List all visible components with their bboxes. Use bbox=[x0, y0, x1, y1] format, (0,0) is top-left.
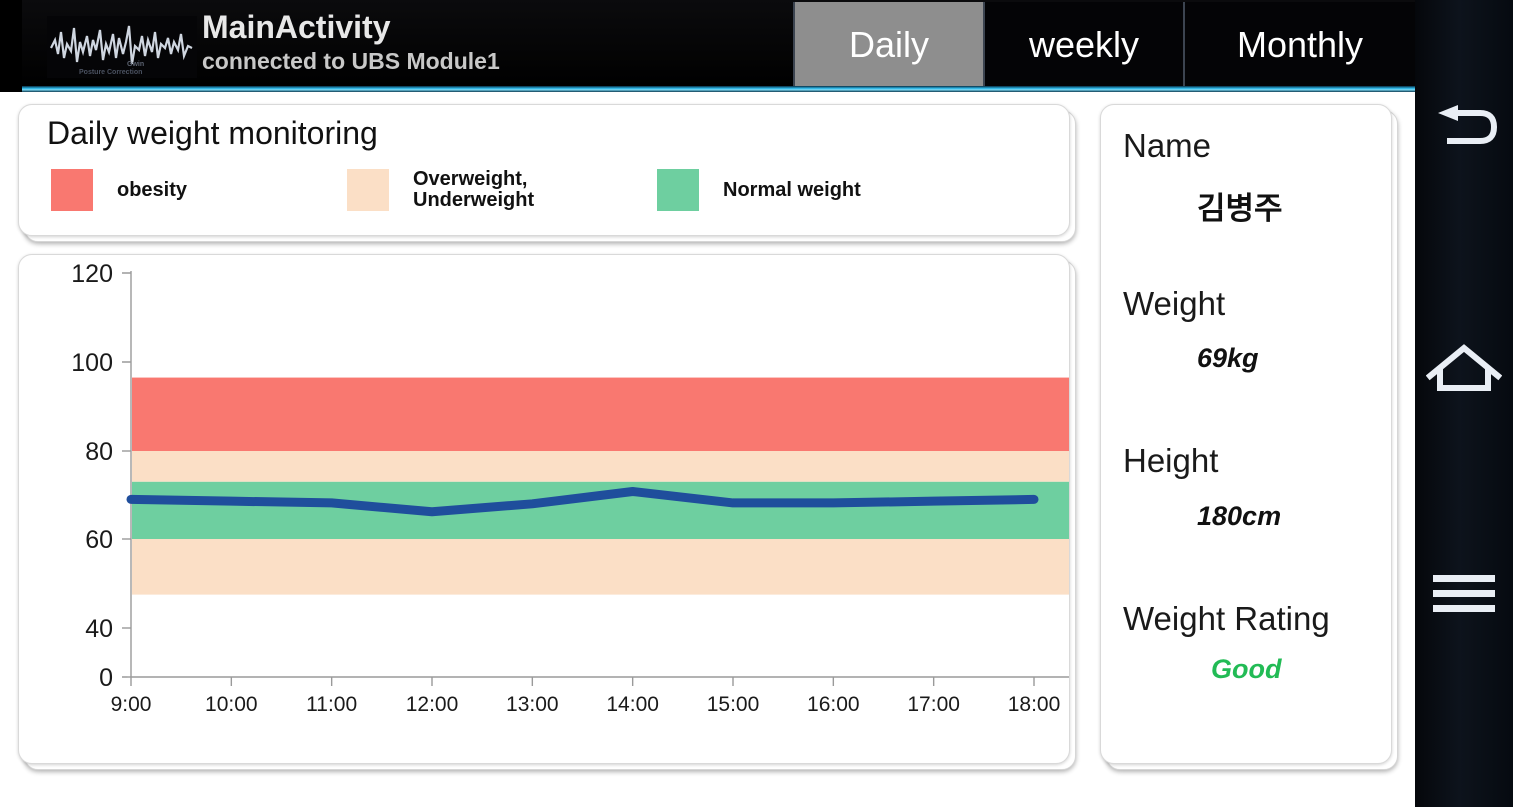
y-axis-tick-label: 40 bbox=[85, 615, 113, 643]
chart-band bbox=[132, 481, 1069, 539]
svg-text:Gwin: Gwin bbox=[127, 61, 144, 68]
name-label: Name bbox=[1123, 127, 1212, 164]
patient-info-card: Name 김병주 Weight 69kg Height 180cm Weight… bbox=[1100, 104, 1398, 770]
x-axis-tick-label: 12:00 bbox=[406, 693, 459, 716]
svg-text:Posture Correction: Posture Correction bbox=[79, 69, 142, 76]
app-title-block: MainActivity connected to UBS Module1 bbox=[202, 8, 500, 76]
x-axis-tick-label: 10:00 bbox=[205, 693, 258, 716]
legend-item-obesity: obesity bbox=[51, 169, 187, 211]
weight-rating-value: Good bbox=[1211, 654, 1282, 684]
y-axis-tick-label: 80 bbox=[85, 438, 113, 466]
legend-label-normal: Normal weight bbox=[723, 178, 861, 201]
app-subtitle: connected to UBS Module1 bbox=[202, 48, 500, 74]
tab-monthly[interactable]: Monthly bbox=[1183, 2, 1415, 88]
weight-rating-label: Weight Rating bbox=[1123, 600, 1330, 637]
legend-label-obesity: obesity bbox=[117, 178, 188, 201]
weight-label: Weight bbox=[1123, 285, 1226, 322]
chart-card: 0 40 60 80 100 120 9:00 10:00 11:00 12:00 13:00 14:… bbox=[18, 254, 1076, 770]
legend-card: Daily weight monitoring obesity Overweig… bbox=[18, 104, 1076, 242]
x-axis-tick-label: 16:00 bbox=[807, 693, 860, 716]
waveform-logo-icon: Gwin Posture Correction bbox=[47, 16, 197, 78]
chart-band bbox=[132, 451, 1069, 482]
y-axis-tick-label: 100 bbox=[71, 349, 113, 377]
legend-item-overweight: Overweight, Underweight bbox=[347, 169, 534, 211]
back-arrow-icon[interactable] bbox=[1415, 80, 1513, 178]
weight-value: 69kg bbox=[1197, 343, 1259, 373]
content-area: Daily weight monitoring obesity Overweig… bbox=[0, 92, 1415, 807]
name-value: 김병주 bbox=[1197, 191, 1283, 226]
legend-label-overweight: Overweight, Underweight bbox=[413, 168, 535, 211]
height-value: 180cm bbox=[1197, 501, 1282, 531]
chart-svg: 0 40 60 80 100 120 9:00 10:00 11:00 12:00 13:00 14:… bbox=[71, 260, 1069, 716]
legend-card-surface: Daily weight monitoring obesity Overweig… bbox=[18, 104, 1070, 236]
menu-hamburger-icon[interactable] bbox=[1415, 545, 1513, 643]
tab-daily[interactable]: Daily bbox=[793, 2, 983, 88]
y-axis-tick-label: 120 bbox=[71, 260, 113, 288]
page-title: Daily weight monitoring bbox=[47, 115, 378, 151]
x-axis-tick-label: 11:00 bbox=[306, 693, 357, 716]
x-axis-tick-label: 15:00 bbox=[707, 693, 760, 716]
x-axis-tick-label: 14:00 bbox=[606, 693, 659, 716]
y-axis-tick-label: 60 bbox=[85, 526, 113, 554]
legend-swatch-normal bbox=[657, 169, 699, 211]
legend-swatch-obesity bbox=[51, 169, 93, 211]
home-icon[interactable] bbox=[1415, 320, 1513, 418]
app-window: Gwin Posture Correction MainActivity con… bbox=[0, 0, 1415, 807]
info-card-surface: Name 김병주 Weight 69kg Height 180cm Weight… bbox=[1100, 104, 1392, 764]
weight-line-chart[interactable]: 0 40 60 80 100 120 9:00 10:00 11:00 12:00 13:00 14:… bbox=[19, 255, 1069, 763]
title-bar: Gwin Posture Correction MainActivity con… bbox=[22, 0, 1415, 88]
y-axis-tick-label: 0 bbox=[99, 664, 113, 692]
x-axis-tick-label: 9:00 bbox=[111, 693, 152, 716]
android-navigation-bar bbox=[1415, 0, 1513, 807]
tab-weekly[interactable]: weekly bbox=[983, 2, 1183, 88]
chart-band bbox=[132, 539, 1069, 595]
x-axis-tick-label: 18:00 bbox=[1008, 693, 1061, 716]
height-label: Height bbox=[1123, 442, 1219, 479]
chart-card-surface: 0 40 60 80 100 120 9:00 10:00 11:00 12:00 13:00 14:… bbox=[18, 254, 1070, 764]
x-axis-tick-label: 17:00 bbox=[907, 693, 960, 716]
x-axis-tick-label: 13:00 bbox=[506, 693, 559, 716]
app-title: MainActivity bbox=[202, 9, 391, 45]
legend: obesity Overweight, Underweight Normal w… bbox=[47, 169, 1047, 229]
legend-item-normal: Normal weight bbox=[657, 169, 861, 211]
legend-swatch-overweight bbox=[347, 169, 389, 211]
window-bezel bbox=[0, 0, 22, 92]
chart-band bbox=[132, 377, 1069, 451]
tab-bar: Daily weekly Monthly bbox=[793, 2, 1415, 88]
